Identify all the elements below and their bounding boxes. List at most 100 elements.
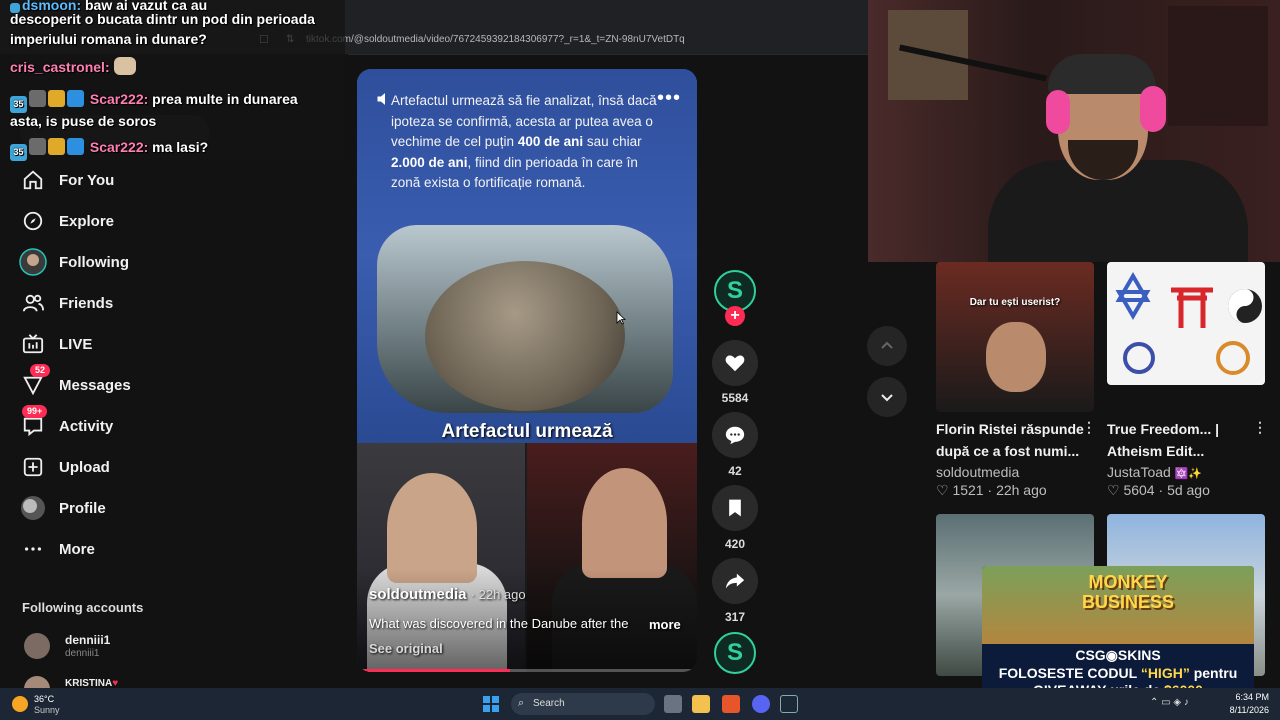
sidebar-item-upload[interactable]: Upload [18, 452, 318, 482]
like-count: 5584 [721, 391, 749, 405]
sidebar-item-following[interactable]: Following [18, 247, 318, 277]
recommended-author[interactable]: soldoutmedia [936, 464, 1019, 480]
brave-browser-icon[interactable] [722, 695, 740, 713]
upload-icon [18, 452, 48, 482]
bookmark-icon [729, 499, 741, 517]
video-description: What was discovered in the Danube after … [369, 616, 629, 631]
next-video-button[interactable] [867, 377, 907, 417]
like-count: 1521 [952, 482, 984, 498]
sidebar-item-profile[interactable]: Profile [18, 493, 318, 523]
badge-icon [67, 138, 84, 155]
recommended-video-thumbnail[interactable] [1107, 262, 1265, 385]
taskbar-search[interactable]: ⌕ Search [511, 693, 655, 715]
sidebar-item-friends[interactable]: Friends [18, 288, 318, 318]
following-account[interactable]: denniii1 denniii1 [22, 631, 222, 665]
host-head [387, 473, 477, 583]
chat-message: imperiului romana in dunare? [10, 31, 207, 47]
sidebar-item-label: Following [59, 253, 129, 271]
comment-count: 42 [728, 464, 742, 478]
wall-poster [1168, 6, 1268, 126]
system-tray[interactable]: ⌃ ▭ ◈ ♪ [1150, 697, 1189, 708]
steam-icon[interactable] [780, 695, 798, 713]
overlay-bold: 2.000 de ani [391, 154, 468, 170]
sidebar-item-live[interactable]: LIVE [18, 329, 318, 359]
more-options-icon[interactable]: ⋮ [1253, 419, 1267, 436]
recommended-stats: ♡ 5604 · 5d ago [1107, 482, 1210, 498]
ad-game-title: MONKEY BUSINESS [1081, 572, 1175, 612]
heart-outline-icon: ♡ [936, 482, 949, 498]
author-name: soldoutmedia [369, 586, 467, 603]
more-button[interactable]: more [649, 617, 681, 632]
messages-icon: 52 [18, 364, 51, 400]
clock-date: 8/11/2026 [1229, 705, 1269, 715]
discord-icon[interactable] [752, 695, 770, 713]
streamer-cap [1048, 54, 1156, 94]
chat-text: ma lasi? [152, 139, 209, 155]
religious-symbols-icon [1115, 272, 1262, 375]
messages-badge: 52 [30, 364, 51, 377]
more-options-icon[interactable]: ⋮ [1082, 419, 1096, 436]
sidebar-item-label: For You [59, 171, 115, 189]
artifact-photo [377, 225, 673, 413]
chat-username: cris_castronel: [10, 59, 110, 75]
profile-icon [18, 493, 48, 523]
post-time: 5d ago [1167, 482, 1210, 498]
streamer-webcam [868, 0, 1280, 262]
sidebar-item-label: Upload [59, 458, 110, 476]
weather-temp: 36°C [34, 694, 55, 704]
follow-button[interactable]: + [725, 306, 745, 326]
address-bar[interactable]: ⇅ tiktok.com/@soldoutmedia/video/7672459… [278, 30, 868, 50]
activity-icon: 99+ [18, 405, 48, 441]
following-accounts-title: Following accounts [22, 600, 144, 615]
screen: ☐ ⇅ tiktok.com/@soldoutmedia/video/76724… [0, 0, 1280, 720]
start-button[interactable] [483, 696, 499, 712]
author-name: JustaToad [1107, 464, 1171, 480]
chevron-down-icon [881, 394, 893, 402]
recommended-author[interactable]: JustaToad 🔯✨ [1107, 464, 1202, 480]
previous-video-button[interactable] [867, 326, 907, 366]
comment-button[interactable] [712, 412, 758, 458]
see-original-link[interactable]: See original [369, 641, 443, 656]
like-count: 5604 [1123, 482, 1155, 498]
sidebar-item-label: Profile [59, 499, 106, 517]
compass-icon [18, 206, 48, 236]
save-button[interactable] [712, 485, 758, 531]
sidebar-item-label: Friends [59, 294, 114, 312]
sidebar-item-explore[interactable]: Explore [18, 206, 318, 236]
sidebar-item-messages[interactable]: 52 Messages [18, 364, 318, 400]
share-button[interactable] [712, 558, 758, 604]
recommended-title[interactable]: True Freedom... | Atheism Edit... [1107, 418, 1257, 462]
sidebar-item-label: Explore [59, 212, 115, 230]
divider [348, 54, 868, 55]
post-time: 22h ago [996, 482, 1047, 498]
live-icon [18, 329, 48, 359]
sound-disc[interactable]: S [714, 632, 756, 674]
chat-message: 35 Scar222: ma lasi? [10, 136, 208, 161]
activity-badge: 99+ [22, 405, 48, 418]
video-player[interactable]: ••• Artefactul urmează să fie analizat, … [357, 69, 697, 672]
headphone-right [1140, 86, 1166, 132]
overlay-text: sau chiar [583, 134, 642, 149]
file-explorer-icon[interactable] [692, 695, 710, 713]
sidebar-item-label: LIVE [59, 335, 93, 353]
video-progress-bar[interactable] [357, 669, 697, 672]
chat-username: Scar222: [89, 139, 149, 155]
mouse-cursor-icon [616, 311, 626, 325]
stone-artifact [425, 261, 625, 411]
video-author[interactable]: soldoutmedia · 22h ago [369, 586, 526, 603]
sidebar-item-activity[interactable]: 99+ Activity [18, 405, 318, 441]
sub-badge-icon: 35 [10, 144, 27, 161]
badge-icon [48, 138, 65, 155]
sidebar-item-for-you[interactable]: For You [18, 165, 318, 195]
recommended-title[interactable]: Florin Ristei răspunde după ce a fost nu… [936, 418, 1086, 462]
weather-widget[interactable]: 36°C Sunny [12, 692, 82, 716]
guest-head [582, 468, 667, 578]
chat-text: prea multe in dunarea [152, 91, 298, 107]
task-view-icon[interactable] [664, 695, 682, 713]
like-button[interactable] [712, 340, 758, 386]
recommended-video-thumbnail[interactable]: Dar tu ești userist? [936, 262, 1094, 412]
sidebar-item-label: More [59, 540, 95, 558]
sun-icon [12, 696, 28, 712]
windows-logo-icon [492, 705, 499, 712]
sidebar-item-more[interactable]: More [18, 534, 318, 564]
